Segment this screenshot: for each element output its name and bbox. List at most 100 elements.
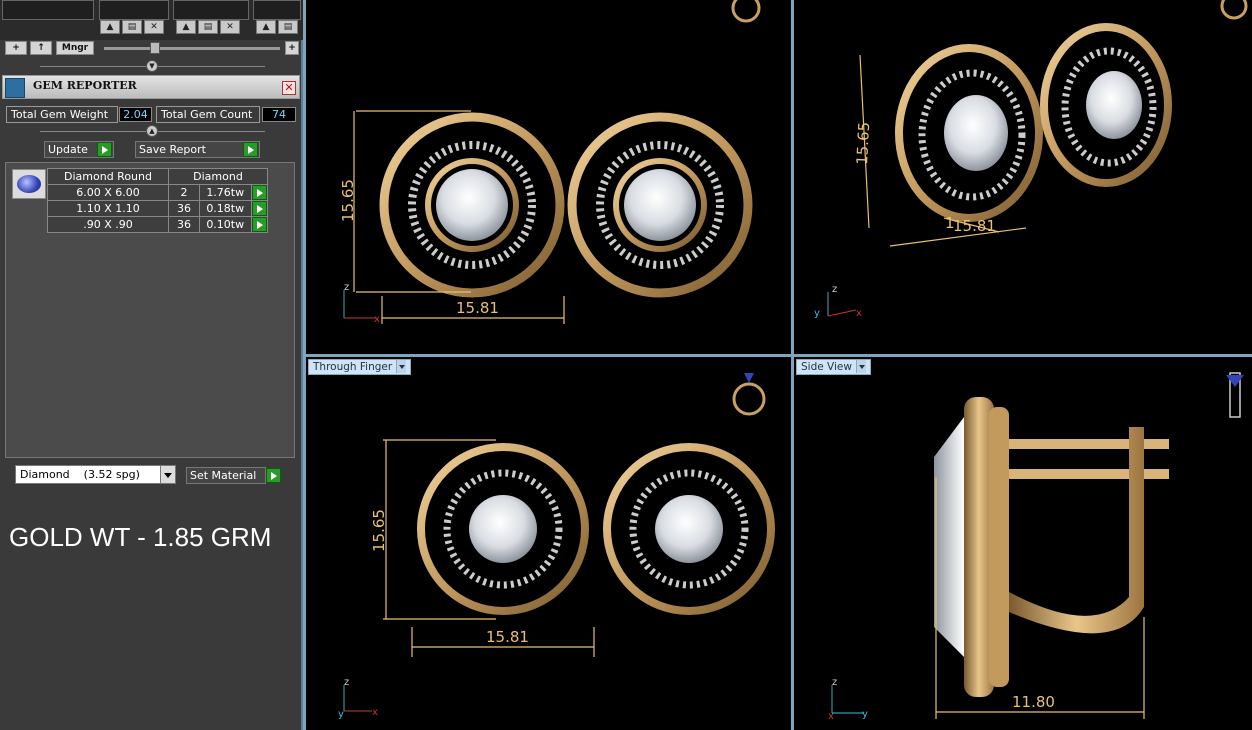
add-button[interactable]: + (5, 41, 27, 55)
gem-reporter-title: GEM REPORTER (33, 79, 137, 92)
zoom-slider-thumb[interactable] (150, 42, 160, 54)
total-weight-label: Total Gem Weight (6, 106, 118, 123)
update-go-icon[interactable] (97, 142, 112, 157)
axis-z-label: z (832, 677, 837, 688)
close-icon[interactable]: ✕ (282, 81, 296, 95)
layer-buttons: ▲ ▤ ✕ (176, 20, 240, 36)
total-weight-value: 2.04 (119, 107, 152, 122)
total-count-value: 74 (262, 107, 296, 122)
chevron-down-icon[interactable] (855, 360, 866, 373)
zoom-in-button[interactable]: + (285, 41, 299, 55)
save-report-go-icon[interactable] (243, 142, 258, 157)
diamond-gem-icon[interactable] (12, 169, 46, 199)
save-icon[interactable]: ▤ (278, 20, 298, 34)
earring-left (379, 112, 565, 298)
earring-right (567, 112, 753, 298)
move-up-icon[interactable]: ▲ (100, 20, 120, 34)
delete-icon[interactable]: ✕ (144, 20, 164, 34)
table-row[interactable]: .90 X .90 36 0.10tw (47, 216, 268, 233)
axis-y-label: y (338, 709, 344, 720)
gem-reporter-header: GEM REPORTER ✕ (2, 75, 300, 99)
manager-button[interactable]: Mngr (56, 41, 94, 55)
axis-y-label: y (814, 308, 820, 319)
save-icon[interactable]: ▤ (198, 20, 218, 34)
gem-weight: 1.76tw (198, 184, 252, 201)
move-up-icon[interactable]: ▲ (256, 20, 276, 34)
axis-x-label: x (828, 711, 834, 722)
total-count-label: Total Gem Count (156, 106, 260, 123)
viewport-perspective[interactable]: 15.65 15.81 1 z y x (794, 0, 1252, 354)
save-report-button[interactable]: Save Report (135, 141, 260, 158)
gold-weight-text: GOLD WT - 1.85 GRM (9, 522, 272, 552)
ring-gem-orientation-icon (732, 373, 766, 416)
viewport-top[interactable]: 15.81 15.65 z x (306, 0, 791, 354)
axis-x-label: x (374, 314, 380, 325)
gem-table: Diamond Round Diamond 6.00 X 6.00 2 1.76… (47, 168, 268, 233)
axis-x-label: x (856, 308, 862, 319)
axis-gizmo: z x y (828, 677, 868, 722)
earring-side (934, 397, 1169, 697)
set-material-go-icon[interactable] (266, 468, 281, 483)
viewport-front[interactable]: 15.81 15.65 z y x Through Finger (306, 357, 791, 730)
earring-left (417, 443, 589, 615)
viewport-side-canvas: 11.80 z x y (828, 372, 1244, 722)
dim-small-label: 1 (945, 214, 955, 232)
move-up-icon[interactable]: ▲ (176, 20, 196, 34)
gem-reporter-icon (5, 78, 25, 98)
view-selector[interactable]: Through Finger (308, 359, 412, 375)
axis-x-label: x (372, 707, 378, 718)
zoom-slider-track[interactable] (104, 47, 280, 50)
layer-slot[interactable] (173, 0, 249, 20)
viewport-side[interactable]: 11.80 z x y Side View (794, 357, 1252, 730)
save-report-label: Save Report (139, 143, 206, 156)
expand-icon[interactable]: ▲ (146, 125, 158, 137)
layer-slot[interactable] (253, 0, 301, 20)
layer-slot[interactable] (99, 0, 169, 20)
axis-gizmo: z x (343, 282, 380, 325)
gem-size: 6.00 X 6.00 (47, 184, 169, 201)
gem-weight: 0.18tw (198, 200, 252, 217)
delete-icon[interactable]: ✕ (220, 20, 240, 34)
layer-strip: ▲ ▤ ✕ ▲ ▤ ✕ ▲ ▤ (0, 0, 303, 40)
collapse-icon[interactable]: ▼ (146, 60, 158, 72)
axis-z-label: z (832, 284, 837, 295)
dim-width-label: 15.81 (953, 217, 996, 235)
dim-height-label: 15.65 (370, 509, 388, 552)
table-row[interactable]: 6.00 X 6.00 2 1.76tw (47, 184, 268, 201)
layer-slot[interactable] (2, 0, 94, 20)
earring-right (1040, 23, 1172, 187)
table-row[interactable]: 1.10 X 1.10 36 0.18tw (47, 200, 268, 217)
chevron-down-icon[interactable] (160, 466, 175, 483)
axis-z-label: z (344, 677, 349, 688)
row-go-cell (250, 184, 268, 201)
select-row-icon[interactable] (251, 217, 267, 232)
view-selector-label: Through Finger (313, 361, 393, 373)
row-go-cell (250, 200, 268, 217)
material-select[interactable]: Diamond (3.52 spg) (15, 465, 176, 484)
row-go-cell (250, 216, 268, 233)
viewport-front-canvas: 15.81 15.65 z y x (338, 373, 775, 720)
select-row-icon[interactable] (251, 185, 267, 200)
up-button[interactable]: ↑ (30, 41, 52, 55)
ring-orientation-icon (731, 0, 761, 23)
material-select-value: Diamond (3.52 spg) (20, 468, 140, 481)
viewport-perspective-canvas: 15.65 15.81 1 z y x (814, 0, 1248, 319)
matrix-app: ▲ ▤ ✕ ▲ ▤ ✕ ▲ ▤ + ↑ Mngr + ▼ GEM REPORTE… (0, 0, 1252, 730)
select-row-icon[interactable] (251, 201, 267, 216)
save-icon[interactable]: ▤ (122, 20, 142, 34)
table-header: Diamond Round (47, 168, 169, 185)
axis-gizmo: z y x (338, 677, 378, 720)
axis-gizmo: z y x (814, 284, 862, 319)
chevron-down-icon[interactable] (396, 360, 407, 373)
dim-width-label: 15.81 (486, 628, 529, 646)
gem-size: 1.10 X 1.10 (47, 200, 169, 217)
layer-buttons: ▲ ▤ ✕ (100, 20, 164, 36)
ring-orientation-icon (1220, 0, 1248, 20)
set-material-button[interactable]: Set Material (186, 467, 266, 484)
view-selector[interactable]: Side View (796, 359, 871, 375)
axis-z-label: z (344, 282, 349, 293)
gem-size: .90 X .90 (47, 216, 169, 233)
axis-y-label: y (862, 709, 868, 720)
dim-height-label: 15.65 (853, 121, 873, 165)
gem-weight: 0.10tw (198, 216, 252, 233)
